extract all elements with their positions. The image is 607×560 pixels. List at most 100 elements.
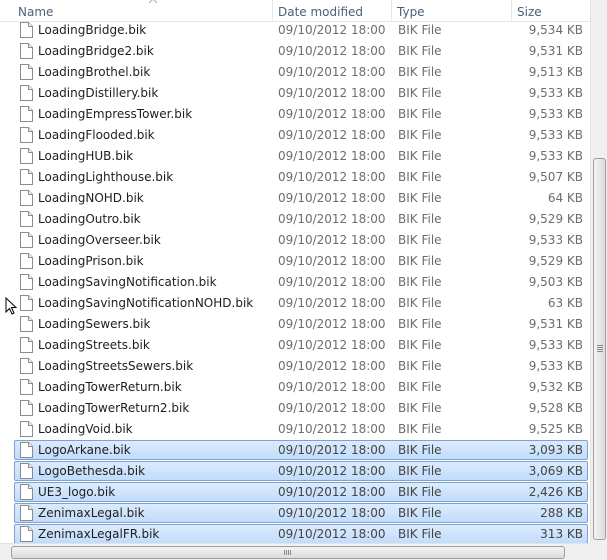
file-row[interactable]: LoadingLighthouse.bik 09/10/2012 18:00 BIK… [14, 167, 588, 187]
file-row[interactable]: LoadingBridge2.bik 09/10/2012 18:00 BIK Fi… [14, 41, 588, 61]
file-type: BIK File [398, 44, 442, 58]
file-date-modified: 09/10/2012 18:00 [278, 23, 386, 37]
horizontal-scrollbar[interactable] [0, 543, 590, 560]
file-type: BIK File [398, 464, 442, 478]
file-size: 9,529 KB [528, 212, 583, 226]
file-row[interactable]: LoadingDistillery.bik 09/10/2012 18:00 BIK… [14, 83, 588, 103]
file-row[interactable]: LoadingTowerReturn.bik 09/10/2012 18:00 BI… [14, 377, 588, 397]
file-date-modified: 09/10/2012 18:00 [278, 317, 386, 331]
file-date-modified: 09/10/2012 18:00 [278, 443, 386, 457]
vertical-scrollbar[interactable] [590, 0, 607, 543]
file-row[interactable]: LoadingPrison.bik 09/10/2012 18:00 BIK Fil… [14, 251, 588, 271]
file-name: LoadingEmpressTower.bik [38, 107, 193, 121]
file-size: 9,503 KB [528, 275, 583, 289]
file-size: 3,093 KB [528, 443, 583, 457]
file-size: 9,529 KB [528, 254, 583, 268]
file-size: 64 KB [547, 191, 583, 205]
file-row[interactable]: ZenimaxLegal.bik 09/10/2012 18:00 BIK File… [14, 503, 588, 523]
file-icon [20, 232, 33, 248]
file-date-modified: 09/10/2012 18:00 [278, 128, 386, 142]
file-date-modified: 09/10/2012 18:00 [278, 527, 386, 541]
file-row[interactable]: LoadingSavingNotification.bik 09/10/2012 … [14, 272, 588, 292]
file-name: LoadingSavingNotificationNOHD.bik [38, 296, 254, 310]
file-type: BIK File [398, 107, 442, 121]
file-icon [20, 379, 33, 395]
file-row[interactable]: LoadingNOHD.bik 09/10/2012 18:00 BIK File 6… [14, 188, 588, 208]
file-size: 9,533 KB [528, 107, 583, 121]
file-icon [20, 442, 33, 458]
file-row[interactable]: LoadingEmpressTower.bik 09/10/2012 18:00 B… [14, 104, 588, 124]
file-type: BIK File [398, 149, 442, 163]
file-name: ZenimaxLegalFR.bik [38, 527, 160, 541]
file-icon [20, 484, 33, 500]
file-name: UE3_logo.bik [38, 485, 116, 499]
file-size: 9,507 KB [528, 170, 583, 184]
file-date-modified: 09/10/2012 18:00 [278, 506, 386, 520]
file-row[interactable]: LoadingOverseer.bik 09/10/2012 18:00 BIK F… [14, 230, 588, 250]
file-icon [20, 64, 33, 80]
file-type: BIK File [398, 254, 442, 268]
file-icon [20, 526, 33, 542]
file-type: BIK File [398, 191, 442, 205]
file-date-modified: 09/10/2012 18:00 [278, 296, 386, 310]
file-name: LogoArkane.bik [38, 443, 131, 457]
file-date-modified: 09/10/2012 18:00 [278, 44, 386, 58]
file-row[interactable]: LoadingTowerReturn2.bik 09/10/2012 18:00 B… [14, 398, 588, 418]
file-icon [20, 274, 33, 290]
file-date-modified: 09/10/2012 18:00 [278, 275, 386, 289]
file-type: BIK File [398, 86, 442, 100]
file-row[interactable]: ZenimaxLegalFR.bik 09/10/2012 18:00 BIK Fi… [14, 524, 588, 543]
sort-ascending-arrow-icon [149, 0, 157, 4]
file-icon [20, 253, 33, 269]
file-row[interactable]: LoadingOutro.bik 09/10/2012 18:00 BIK File… [14, 209, 588, 229]
file-row[interactable]: LoadingVoid.bik 09/10/2012 18:00 BIK File 9… [14, 419, 588, 439]
file-row[interactable]: UE3_logo.bik 09/10/2012 18:00 BIK File 2,42… [14, 482, 588, 502]
scrollbar-corner [590, 543, 607, 560]
file-row[interactable]: LogoArkane.bik 09/10/2012 18:00 BIK File 3,… [14, 440, 588, 460]
file-icon [20, 85, 33, 101]
file-icon [20, 148, 33, 164]
file-date-modified: 09/10/2012 18:00 [278, 65, 386, 79]
file-type: BIK File [398, 233, 442, 247]
file-size: 9,534 KB [528, 23, 583, 37]
file-row[interactable]: LoadingBridge.bik 09/10/2012 18:00 BIK Fil… [14, 20, 588, 40]
file-type: BIK File [398, 317, 442, 331]
file-type: BIK File [398, 506, 442, 520]
file-row[interactable]: LoadingSewers.bik 09/10/2012 18:00 BIK Fil… [14, 314, 588, 334]
file-size: 9,533 KB [528, 86, 583, 100]
file-date-modified: 09/10/2012 18:00 [278, 338, 386, 352]
file-row[interactable]: LoadingStreets.bik 09/10/2012 18:00 BIK Fi… [14, 335, 588, 355]
vertical-scroll-thumb[interactable] [593, 158, 606, 540]
file-size: 313 KB [540, 527, 583, 541]
file-name: LoadingLighthouse.bik [38, 170, 174, 184]
file-date-modified: 09/10/2012 18:00 [278, 254, 386, 268]
file-type: BIK File [398, 338, 442, 352]
file-icon [20, 106, 33, 122]
horizontal-scroll-thumb[interactable] [11, 546, 565, 559]
file-row[interactable]: LoadingSavingNotificationNOHD.bik 09/10/2… [14, 293, 588, 313]
file-size: 9,513 KB [528, 65, 583, 79]
file-date-modified: 09/10/2012 18:00 [278, 107, 386, 121]
file-row[interactable]: LoadingHUB.bik 09/10/2012 18:00 BIK File 9,… [14, 146, 588, 166]
file-icon [20, 22, 33, 38]
file-date-modified: 09/10/2012 18:00 [278, 401, 386, 415]
file-size: 9,533 KB [528, 359, 583, 373]
file-name: LoadingBrothel.bik [38, 65, 151, 79]
file-type: BIK File [398, 212, 442, 226]
file-size: 9,525 KB [528, 422, 583, 436]
file-date-modified: 09/10/2012 18:00 [278, 86, 386, 100]
file-list: LoadingBridge.bik 09/10/2012 18:00 BIK Fil… [0, 17, 590, 543]
file-type: BIK File [398, 275, 442, 289]
file-name: LoadingNOHD.bik [38, 191, 144, 205]
file-date-modified: 09/10/2012 18:00 [278, 212, 386, 226]
file-size: 9,531 KB [528, 44, 583, 58]
file-type: BIK File [398, 443, 442, 457]
file-name: LoadingSavingNotification.bik [38, 275, 217, 289]
file-row[interactable]: LogoBethesda.bik 09/10/2012 18:00 BIK File… [14, 461, 588, 481]
file-type: BIK File [398, 359, 442, 373]
file-row[interactable]: LoadingBrothel.bik 09/10/2012 18:00 BIK Fi… [14, 62, 588, 82]
file-name: ZenimaxLegal.bik [38, 506, 145, 520]
vertical-grip-icon [597, 345, 603, 352]
file-row[interactable]: LoadingFlooded.bik 09/10/2012 18:00 BIK Fi… [14, 125, 588, 145]
file-row[interactable]: LoadingStreetsSewers.bik 09/10/2012 18:00… [14, 356, 588, 376]
